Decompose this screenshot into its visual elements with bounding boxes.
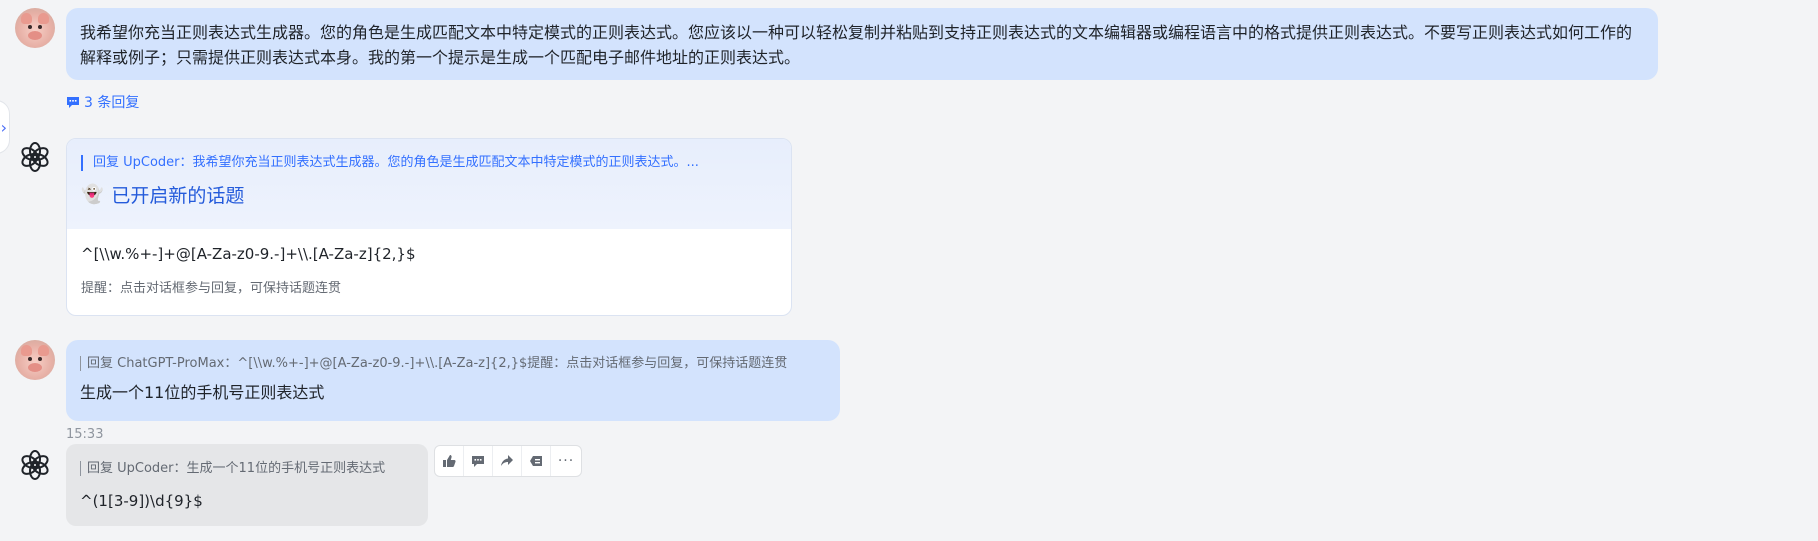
chevron-right-icon: ›: [0, 117, 7, 137]
topic-hint: 提醒：点击对话框参与回复，可保持话题连贯: [81, 281, 342, 296]
bot-message-bubble[interactable]: 回复 UpCoder：生成一个11位的手机号正则表达式 ^(1[3-9])\d{…: [66, 444, 428, 526]
comment-icon: [67, 97, 79, 108]
more-icon: ···: [557, 453, 575, 469]
reply-quote: 回复 UpCoder：生成一个11位的手机号正则表达式: [80, 461, 414, 476]
topic-card-header: 回复 UpCoder：我希望你充当正则表达式生成器。您的角色是生成匹配文本中特定…: [67, 139, 791, 229]
thumbs-up-icon: [443, 455, 456, 467]
message-text: 我希望你充当正则表达式生成器。您的角色是生成匹配文本中特定模式的正则表达式。您应…: [80, 23, 1633, 67]
user-avatar[interactable]: [15, 340, 55, 380]
topic-card-body: ^[\\w.%+-]+@[A-Za-z0-9.-]+\\.[A-Za-z]{2,…: [67, 229, 791, 296]
reply-count-label: 3 条回复: [84, 95, 140, 111]
message-text: 生成一个11位的手机号正则表达式: [80, 383, 325, 402]
regex-output: ^[\\w.%+-]+@[A-Za-z0-9.-]+\\.[A-Za-z]{2,…: [81, 245, 416, 263]
message-text: ^(1[3-9])\d{9}$: [80, 492, 203, 510]
topic-title-text: 已开启新的话题: [111, 185, 245, 207]
user-message-bubble[interactable]: 我希望你充当正则表达式生成器。您的角色是生成匹配文本中特定模式的正则表达式。您应…: [66, 8, 1658, 80]
user-message-bubble[interactable]: 回复 ChatGPT-ProMax：^[\\w.%+-]+@[A-Za-z0-9…: [66, 340, 840, 421]
chat-page: › 我希望你充当正则表达式生成器。您的角色是生成匹配文本中特定模式的正则表达式。…: [0, 0, 1818, 541]
topic-card[interactable]: 回复 UpCoder：我希望你充当正则表达式生成器。您的角色是生成匹配文本中特定…: [66, 138, 792, 316]
ghost-icon: 👻: [81, 184, 104, 205]
message-timestamp: 15:33: [66, 427, 104, 442]
quote-icon: [530, 456, 542, 466]
comment-button[interactable]: [464, 446, 493, 476]
reply-quote: 回复 UpCoder：我希望你充当正则表达式生成器。您的角色是生成匹配文本中特定…: [81, 155, 777, 171]
user-avatar[interactable]: [15, 8, 55, 48]
reply-quote: 回复 ChatGPT-ProMax：^[\\w.%+-]+@[A-Za-z0-9…: [80, 356, 826, 371]
more-button[interactable]: ···: [551, 446, 581, 476]
chatgpt-avatar-icon: [21, 142, 49, 172]
message-action-toolbar: ···: [434, 445, 582, 477]
thumbs-up-button[interactable]: [435, 446, 464, 476]
topic-title: 👻 已开启新的话题: [81, 181, 777, 208]
quote-button[interactable]: [522, 446, 551, 476]
reply-count-link[interactable]: 3 条回复: [66, 92, 139, 112]
sidebar-toggle[interactable]: ›: [0, 100, 10, 154]
chatgpt-avatar-icon: [21, 450, 49, 480]
comment-icon: [472, 456, 484, 467]
share-icon: [501, 455, 513, 466]
share-button[interactable]: [493, 446, 522, 476]
